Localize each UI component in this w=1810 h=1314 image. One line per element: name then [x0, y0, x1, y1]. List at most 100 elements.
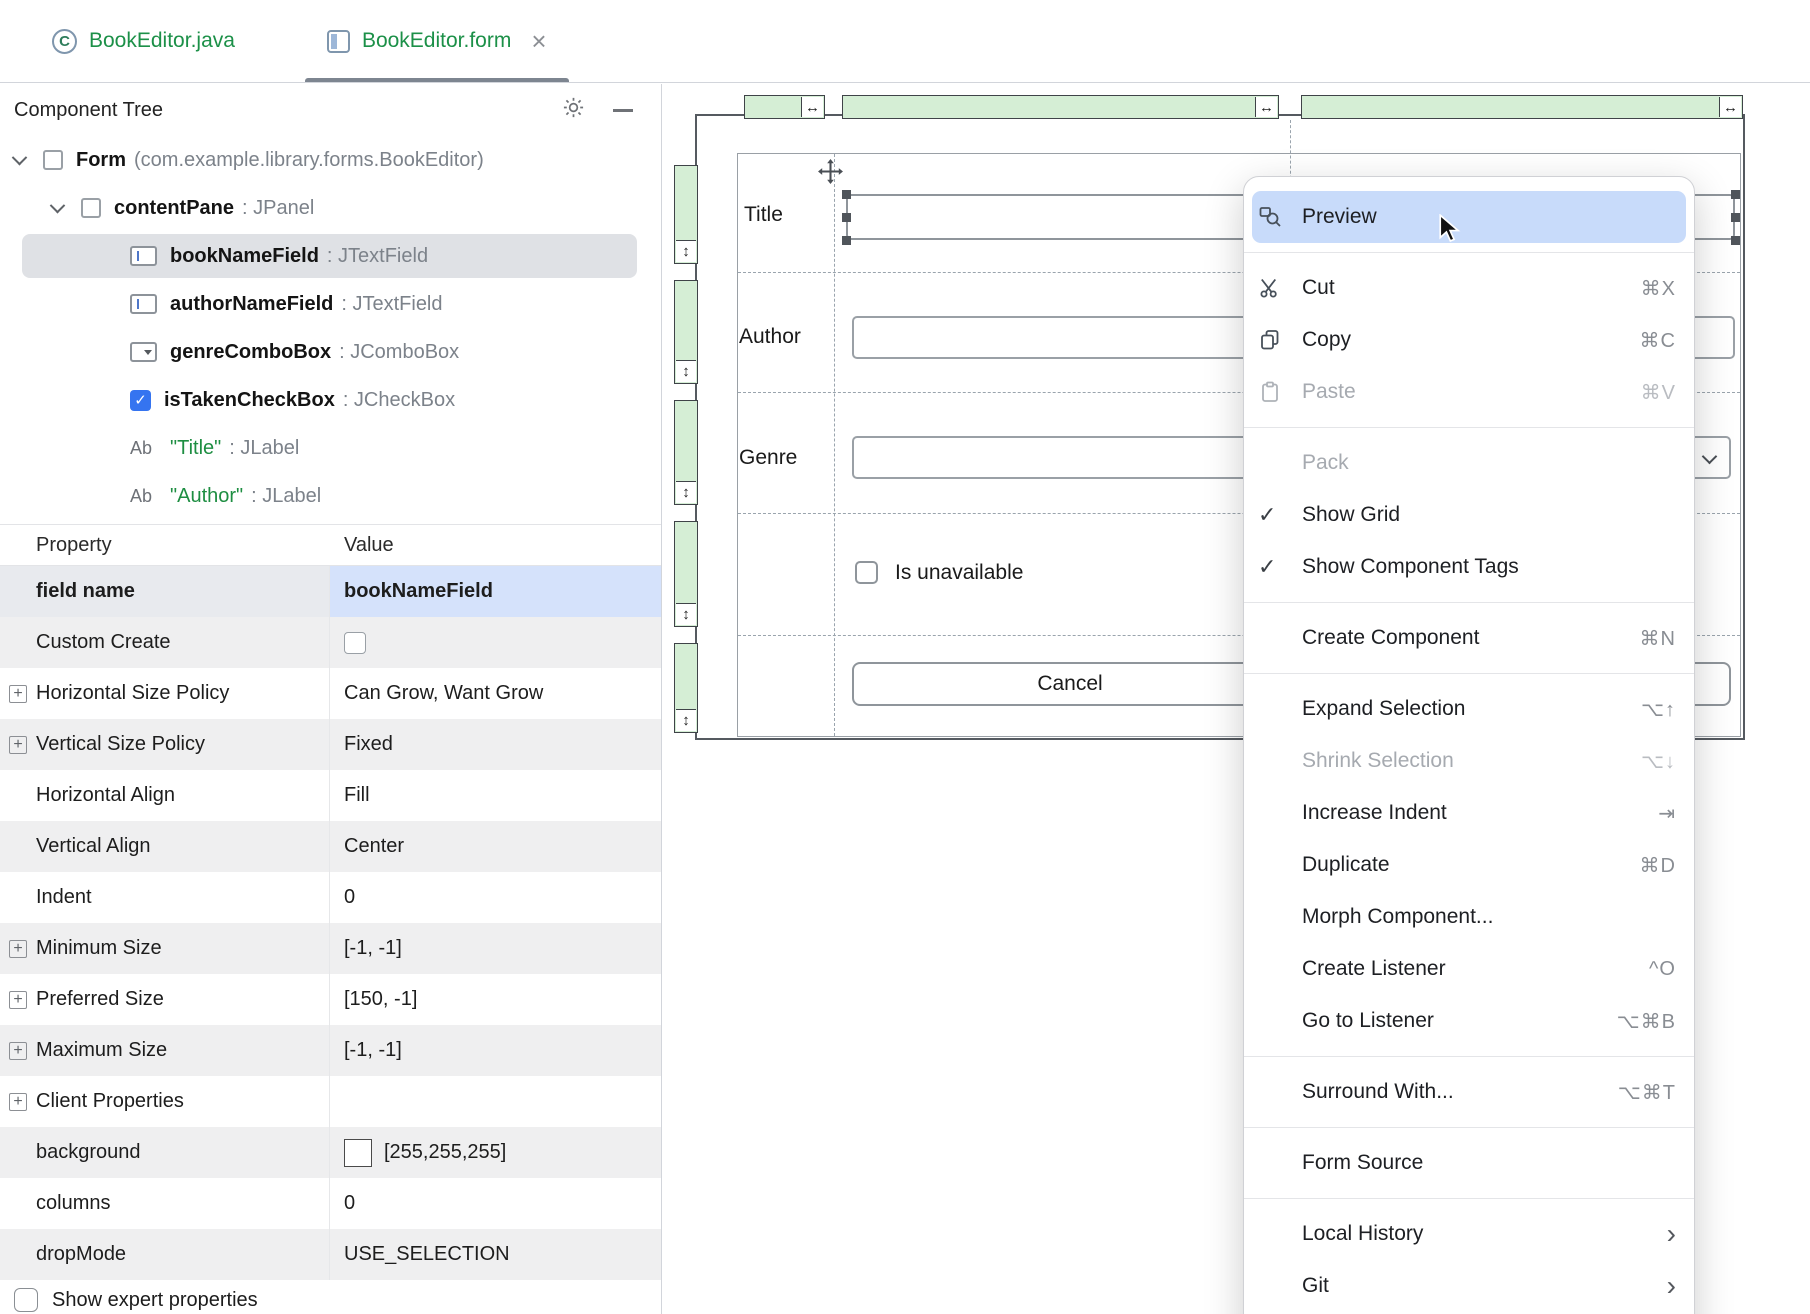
- close-icon[interactable]: ×: [531, 28, 546, 54]
- menu-separator: [1244, 1198, 1694, 1199]
- selection-handle[interactable]: [842, 236, 851, 245]
- property-table: field name bookNameField Custom Create H…: [0, 566, 661, 1280]
- menu-item-duplicate[interactable]: Duplicate ⌘D: [1244, 839, 1694, 891]
- is-unavailable-label[interactable]: Is unavailable: [895, 561, 1023, 585]
- menu-item-cut[interactable]: Cut ⌘X: [1244, 262, 1694, 314]
- property-row-vertical-align[interactable]: Vertical Align Center: [0, 821, 661, 872]
- v-resize-icon[interactable]: [676, 360, 696, 382]
- menu-item-morph-component[interactable]: Morph Component...: [1244, 891, 1694, 943]
- property-value: Can Grow, Want Grow: [344, 682, 543, 705]
- menu-item-expand-selection[interactable]: Expand Selection ⌥↑: [1244, 683, 1694, 735]
- selection-handle[interactable]: [842, 190, 851, 199]
- tab-bookeditor-java[interactable]: C BookEditor.java: [26, 0, 261, 82]
- selection-handle[interactable]: [1731, 236, 1740, 245]
- tree-item-istakencheckbox[interactable]: isTakenCheckBox : JCheckBox: [0, 376, 661, 424]
- context-menu: Preview Cut ⌘X Copy ⌘C Paste ⌘V: [1243, 176, 1695, 1314]
- menu-item-form-source[interactable]: Form Source: [1244, 1137, 1694, 1189]
- property-row-maximum-size[interactable]: Maximum Size [-1, -1]: [0, 1025, 661, 1076]
- property-row-client-properties[interactable]: Client Properties: [0, 1076, 661, 1127]
- selection-handle[interactable]: [1731, 213, 1740, 222]
- menu-item-label: Paste: [1302, 380, 1641, 404]
- tree-item-form[interactable]: Form (com.example.library.forms.BookEdit…: [0, 136, 661, 184]
- menu-item-create-listener[interactable]: Create Listener ^O: [1244, 943, 1694, 995]
- grid-row-header[interactable]: [674, 643, 698, 733]
- selection-handle[interactable]: [1731, 190, 1740, 199]
- menu-item-create-component[interactable]: Create Component ⌘N: [1244, 612, 1694, 664]
- property-row-indent[interactable]: Indent 0: [0, 872, 661, 923]
- v-resize-icon[interactable]: [676, 709, 696, 731]
- menu-item-git[interactable]: Git: [1244, 1260, 1694, 1312]
- property-value: Fixed: [344, 733, 393, 756]
- menu-item-show-grid[interactable]: Show Grid: [1244, 489, 1694, 541]
- grid-column-header[interactable]: [1301, 95, 1743, 119]
- genre-label[interactable]: Genre: [739, 446, 797, 470]
- tree-item-name: bookNameField: [170, 245, 319, 268]
- grid-row-header[interactable]: [674, 280, 698, 384]
- color-swatch[interactable]: [344, 1139, 372, 1167]
- menu-item-copy[interactable]: Copy ⌘C: [1244, 314, 1694, 366]
- menu-item-shrink-selection: Shrink Selection ⌥↓: [1244, 735, 1694, 787]
- grid-row-header[interactable]: [674, 400, 698, 505]
- menu-item-increase-indent[interactable]: Increase Indent ⇥: [1244, 787, 1694, 839]
- property-row-minimum-size[interactable]: Minimum Size [-1, -1]: [0, 923, 661, 974]
- show-expert-properties[interactable]: Show expert properties: [0, 1280, 661, 1314]
- custom-create-checkbox[interactable]: [344, 632, 366, 654]
- tree-item-contentpane[interactable]: contentPane : JPanel: [0, 184, 661, 232]
- expand-icon[interactable]: [9, 991, 27, 1009]
- grid-row-header[interactable]: [674, 521, 698, 627]
- expand-icon[interactable]: [9, 736, 27, 754]
- title-label[interactable]: Title: [744, 203, 783, 227]
- tree-item-title-label[interactable]: Ab "Title" : JLabel: [0, 424, 661, 472]
- move-handle-icon[interactable]: [817, 158, 844, 185]
- property-row-horizontal-align[interactable]: Horizontal Align Fill: [0, 770, 661, 821]
- property-row-custom-create[interactable]: Custom Create: [0, 617, 661, 668]
- tree-item-authornamefield[interactable]: authorNameField : JTextField: [0, 280, 661, 328]
- property-row-field-name[interactable]: field name bookNameField: [0, 566, 661, 617]
- menu-item-surround-with[interactable]: Surround With... ⌥⌘T: [1244, 1066, 1694, 1118]
- gear-icon[interactable]: [562, 96, 585, 125]
- tab-bookeditor-form[interactable]: BookEditor.form ×: [301, 0, 573, 82]
- h-resize-icon[interactable]: [1719, 97, 1741, 117]
- component-tree-panel: Component Tree Form (com.example.library…: [0, 84, 662, 1314]
- menu-item-show-component-tags[interactable]: Show Component Tags: [1244, 541, 1694, 593]
- property-row-horizontal-size-policy[interactable]: Horizontal Size Policy Can Grow, Want Gr…: [0, 668, 661, 719]
- grid-row-header[interactable]: [674, 165, 698, 264]
- expand-icon[interactable]: [9, 940, 27, 958]
- minimize-icon[interactable]: [613, 109, 633, 112]
- property-row-preferred-size[interactable]: Preferred Size [150, -1]: [0, 974, 661, 1025]
- v-resize-icon[interactable]: [676, 240, 696, 262]
- menu-item-preview[interactable]: Preview: [1252, 191, 1686, 243]
- author-label[interactable]: Author: [739, 325, 801, 349]
- chevron-down-icon[interactable]: [12, 149, 28, 165]
- tree-item-author-label[interactable]: Ab "Author" : JLabel: [0, 472, 661, 520]
- tree-item-genrecombobox[interactable]: genreComboBox : JComboBox: [0, 328, 661, 376]
- chevron-down-icon[interactable]: [50, 197, 66, 213]
- grid-column-header[interactable]: [842, 95, 1279, 119]
- expand-icon[interactable]: [9, 685, 27, 703]
- property-row-dropmode[interactable]: dropMode USE_SELECTION: [0, 1229, 661, 1280]
- property-row-background[interactable]: background [255,255,255]: [0, 1127, 661, 1178]
- menu-item-label: Surround With...: [1302, 1080, 1618, 1104]
- menu-item-go-to-listener[interactable]: Go to Listener ⌥⌘B: [1244, 995, 1694, 1047]
- expand-icon[interactable]: [9, 1042, 27, 1060]
- v-resize-icon[interactable]: [676, 481, 696, 503]
- submenu-chevron-icon: [1667, 1272, 1676, 1300]
- jpanel-icon: [81, 198, 101, 218]
- grid-column-header[interactable]: [744, 95, 825, 119]
- form-designer-canvas[interactable]: Title Author Genre Is unavailable Cancel…: [663, 84, 1810, 1314]
- h-resize-icon[interactable]: [801, 97, 823, 117]
- scissors-icon: [1258, 276, 1302, 300]
- property-value: 0: [344, 1192, 355, 1215]
- expand-icon[interactable]: [9, 1093, 27, 1111]
- expert-checkbox[interactable]: [14, 1288, 38, 1312]
- cancel-button[interactable]: Cancel: [852, 662, 1288, 706]
- is-unavailable-checkbox[interactable]: [855, 561, 878, 584]
- tree-item-booknamefield[interactable]: bookNameField : JTextField: [0, 232, 661, 280]
- selection-handle[interactable]: [842, 213, 851, 222]
- h-resize-icon[interactable]: [1255, 97, 1277, 117]
- property-row-columns[interactable]: columns 0: [0, 1178, 661, 1229]
- property-table-header: Property Value: [0, 524, 661, 566]
- menu-item-local-history[interactable]: Local History: [1244, 1208, 1694, 1260]
- property-row-vertical-size-policy[interactable]: Vertical Size Policy Fixed: [0, 719, 661, 770]
- v-resize-icon[interactable]: [676, 603, 696, 625]
